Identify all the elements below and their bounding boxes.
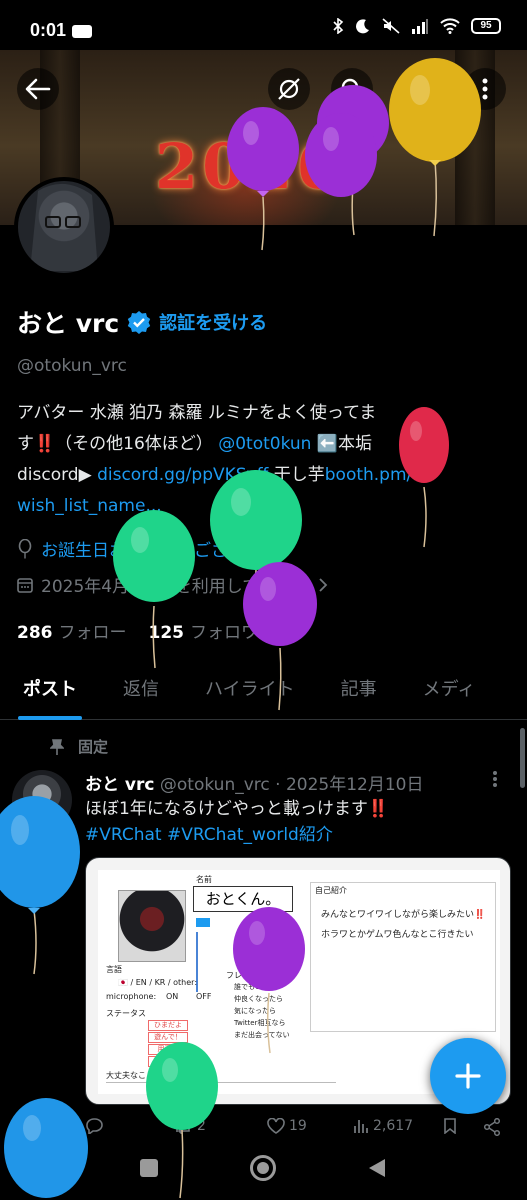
tab-articles[interactable]: 記事 [318, 668, 400, 720]
bio-text: （その他16体ほど） [55, 434, 213, 454]
calendar-icon [17, 577, 33, 593]
tab-media[interactable]: メディ [400, 668, 499, 720]
tweet-header: おと vrc @otokun_vrc · 2025年12月10日 [85, 770, 423, 795]
profile-handle: @otokun_vrc [17, 356, 127, 376]
tweet-text: ほぼ1年になるけどやっと載っけます‼️ #VRChat #VRChat_worl… [85, 796, 505, 848]
get-verified-link[interactable]: 認証を受ける [159, 309, 267, 335]
card-mic-off: OFF [196, 992, 212, 1001]
card-lang-label: 言語 [106, 965, 122, 974]
tweet-body: ほぼ1年になるけどやっと載っけます [85, 799, 368, 819]
arrow-left-icon [25, 78, 51, 100]
scrollbar[interactable] [520, 728, 525, 788]
pinned-label: 固定 [78, 738, 109, 756]
balloon-decoration [227, 107, 299, 251]
back-nav-icon[interactable] [368, 1158, 386, 1178]
card-mic-label: microphone: [106, 992, 157, 1001]
card-avatar-photo [118, 890, 186, 962]
views-button[interactable]: 2,617 [353, 1118, 413, 1134]
plus-icon [455, 1063, 481, 1089]
like-button[interactable]: 19 [267, 1118, 307, 1134]
tweet-handle-date: @otokun_vrc · 2025年12月10日 [159, 775, 424, 795]
tab-posts[interactable]: ポスト [0, 668, 100, 720]
bio-text: ⬅️本垢 [316, 434, 373, 454]
balloon-decoration [305, 85, 389, 236]
grok-icon [278, 78, 300, 100]
following-count: 286 [17, 623, 53, 643]
balloon-decoration [243, 562, 317, 711]
tweet-hashtags[interactable]: #VRChat #VRChat_world紹介 [85, 822, 505, 848]
card-intro-box: 自己紹介 みんなとワイワイしながら楽しみたい‼️ ホラワとかゲムワ色んなとこ行き… [310, 882, 496, 1032]
heart-icon [267, 1118, 285, 1134]
card-lang-values: 🇯🇵 / EN / KR / other: [118, 978, 198, 987]
bluetooth-icon [333, 18, 344, 34]
battery-icon: 95 [471, 18, 501, 34]
share-icon [483, 1118, 501, 1136]
profile-avatar[interactable] [14, 177, 114, 277]
verified-badge-icon [127, 311, 151, 334]
card-name-label: 名前 [196, 875, 212, 884]
bio-text: アバター 水瀬 狛乃 森羅 ルミナをよく使ってま [17, 403, 377, 423]
following-stat[interactable]: 286 フォロー [17, 618, 127, 643]
balloon-decoration [399, 407, 449, 548]
display-name: おと vrc [17, 309, 120, 338]
avatar-glasses [30, 183, 98, 271]
balloon-decoration [146, 1042, 218, 1199]
share-button[interactable] [483, 1118, 501, 1136]
line-app-icon [72, 25, 92, 38]
balloon-decoration [4, 1098, 88, 1198]
pin-icon [50, 738, 64, 755]
tweet-author-name[interactable]: おと vrc [85, 775, 154, 795]
balloon-decoration [0, 796, 80, 975]
card-mic-on: ON [166, 992, 179, 1001]
double-exclamation-icon: ‼️ [367, 799, 389, 819]
back-button[interactable] [17, 68, 59, 110]
status-bar: 0:01 95 [0, 0, 527, 50]
card-boundaries-table [106, 1082, 336, 1092]
balloon-decoration [113, 510, 195, 669]
status-icons: 95 [332, 18, 501, 34]
like-count: 19 [289, 1118, 307, 1134]
status-time: 0:01 [30, 20, 67, 40]
compose-post-button[interactable] [430, 1038, 506, 1114]
bio-text: す [17, 434, 34, 454]
balloon-decoration [389, 58, 481, 237]
name-row: おと vrc 認証を受ける [17, 304, 267, 340]
wifi-icon [440, 18, 460, 34]
signal-icon [412, 19, 428, 34]
tab-replies[interactable]: 返信 [100, 668, 182, 720]
card-intro-line: みんなとワイワイしながら楽しみたい‼️ [321, 910, 486, 920]
mute-icon [382, 18, 400, 34]
card-status-label: ステータス [106, 1009, 146, 1018]
bookmark-button[interactable] [443, 1118, 457, 1134]
bio-text: discord▶ [17, 465, 92, 485]
card-status-item: ひまだよ [148, 1020, 188, 1031]
bar-chart-icon [354, 1120, 368, 1133]
platform-icon [196, 918, 210, 927]
platform-icons-column [196, 932, 206, 992]
card-intro-label: 自己紹介 [315, 886, 347, 895]
bookmark-icon [444, 1118, 456, 1134]
pinned-label-row: 固定 [50, 736, 108, 757]
double-exclamation-icon: ‼️ [34, 434, 56, 454]
tweet-line: ほぼ1年になるけどやっと載っけます‼️ [85, 796, 505, 822]
balloon-icon [18, 538, 32, 558]
tweet-more-button[interactable] [492, 770, 498, 793]
home-icon[interactable] [250, 1155, 276, 1181]
card-intro-line: ホラワとかゲムワ色んなとこ行きたい [321, 930, 474, 940]
more-vertical-icon [493, 771, 497, 787]
moon-icon [356, 19, 369, 34]
mention-link[interactable]: @0tot0kun [218, 434, 311, 454]
view-count: 2,617 [373, 1118, 414, 1134]
balloon-decoration [233, 907, 305, 1054]
